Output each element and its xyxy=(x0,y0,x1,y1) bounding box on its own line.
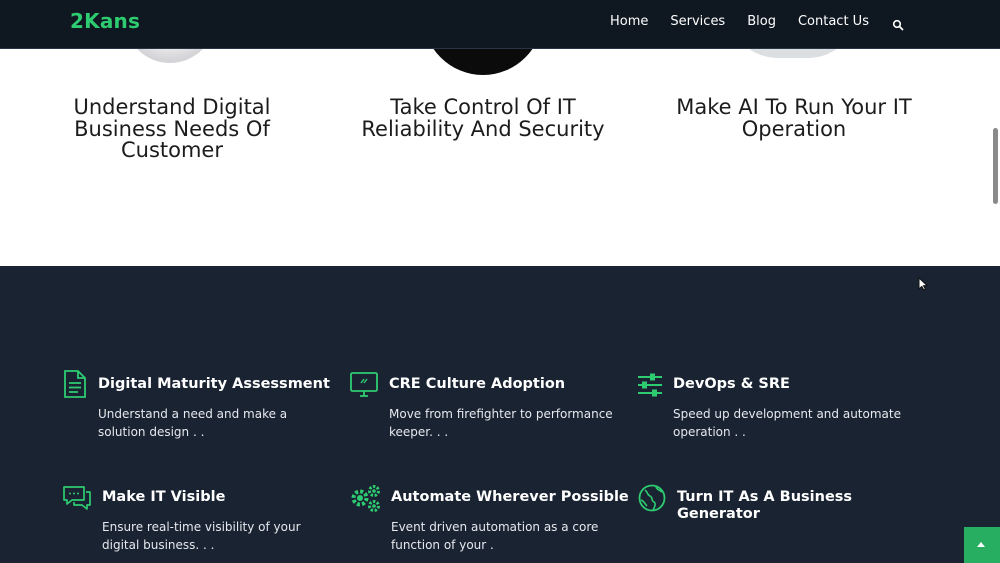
services-section: Digital Maturity Assessment Understand a… xyxy=(0,266,1000,563)
mouse-cursor-icon xyxy=(918,276,929,291)
service-description: Ensure real-time visibility of your digi… xyxy=(102,520,301,552)
nav-home[interactable]: Home xyxy=(610,14,648,29)
monitor-icon xyxy=(349,371,378,399)
search-icon[interactable] xyxy=(892,16,906,31)
service-description: Event driven automation as a core functi… xyxy=(391,520,599,552)
nav-blog[interactable]: Blog xyxy=(747,14,776,29)
nav-services[interactable]: Services xyxy=(670,14,725,29)
site-logo[interactable]: 2Kans xyxy=(70,9,140,33)
service-title[interactable]: Automate Wherever Possible xyxy=(391,489,629,505)
card-title-it-reliability: Take Control Of IT Reliability And Secur… xyxy=(361,95,605,141)
card-title-ai-operation: Make AI To Run Your IT Operation xyxy=(676,95,912,141)
chat-bubbles-icon xyxy=(62,484,91,512)
site-header: 2Kans Home Services Blog Contact Us xyxy=(0,0,1000,49)
sliders-icon xyxy=(636,372,664,400)
card-image-security xyxy=(423,48,543,75)
service-title[interactable]: Digital Maturity Assessment xyxy=(98,376,330,392)
document-icon xyxy=(62,369,90,398)
main-nav: Home Services Blog Contact Us xyxy=(610,14,869,29)
back-to-top-button[interactable] xyxy=(964,527,1000,563)
arrow-up-icon xyxy=(977,542,985,547)
service-title[interactable]: Make IT Visible xyxy=(102,489,225,505)
service-description: Speed up development and automate operat… xyxy=(673,407,901,439)
card-image-ai xyxy=(728,48,858,58)
page-scrollbar[interactable] xyxy=(993,128,998,204)
gears-icon xyxy=(349,482,380,512)
service-title[interactable]: Turn IT As A Business Generator xyxy=(677,489,867,523)
service-description: Understand a need and make a solution de… xyxy=(98,407,288,439)
features-section: Understand Digital Business Needs Of Cus… xyxy=(0,48,1000,266)
service-description: Move from firefighter to performance kee… xyxy=(389,407,613,439)
service-title[interactable]: CRE Culture Adoption xyxy=(389,376,565,392)
globe-icon xyxy=(637,483,666,512)
card-title-digital-needs: Understand Digital Business Needs Of Cus… xyxy=(73,95,271,162)
card-image-customer xyxy=(125,48,215,63)
nav-contact-us[interactable]: Contact Us xyxy=(798,14,869,29)
service-title[interactable]: DevOps & SRE xyxy=(673,376,790,392)
